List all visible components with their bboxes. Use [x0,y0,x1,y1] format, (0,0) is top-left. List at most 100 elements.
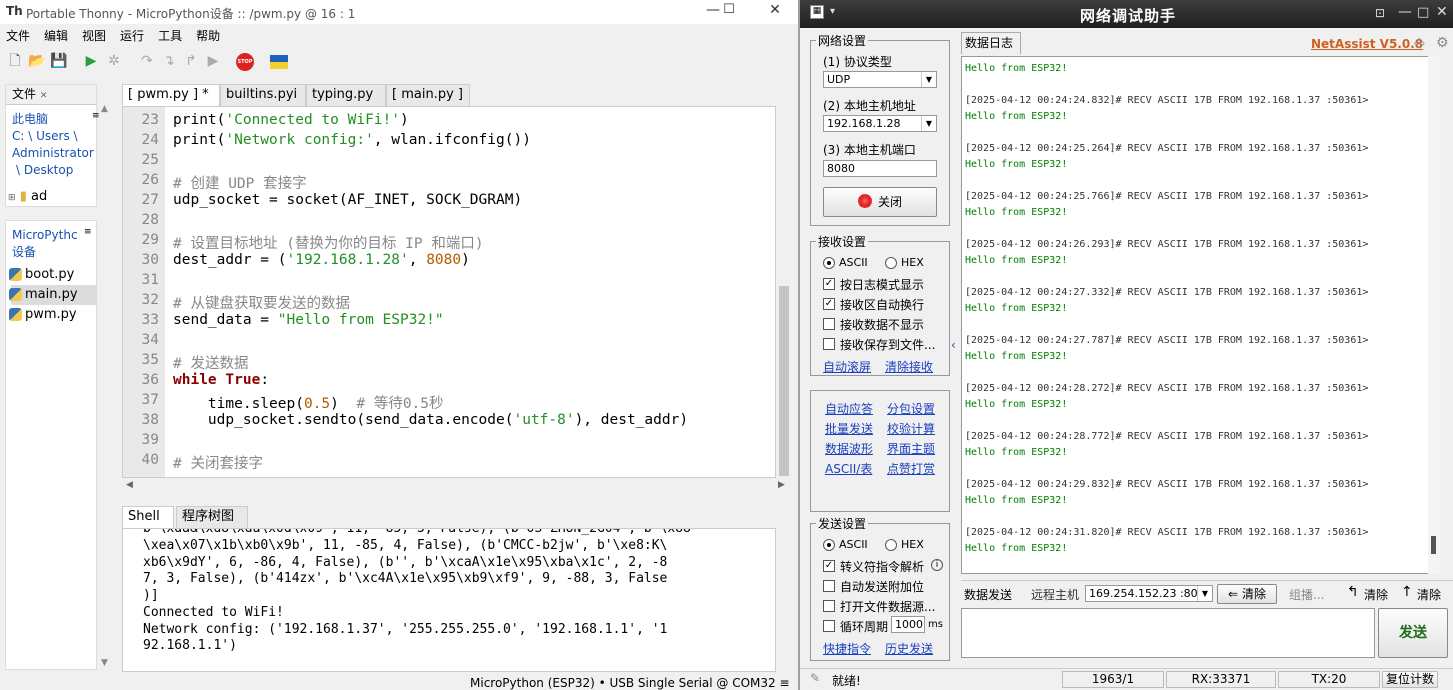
upload-icon[interactable]: ↑ [1401,584,1413,600]
log-mode-checkbox[interactable]: ✓ [823,278,835,290]
menu-help[interactable]: 帮助 [196,27,220,44]
code-line[interactable]: dest_addr = ('192.168.1.28', 8080) [173,252,470,268]
send-text-area[interactable] [961,608,1375,658]
minimize-icon[interactable]: — [1398,4,1412,20]
auto-append-checkbox[interactable] [823,580,835,592]
close-icon[interactable]: ✕ [1436,4,1448,20]
tab-main[interactable]: [ main.py ] ✕ [386,84,470,121]
receive-log[interactable]: Hello from ESP32! [2025-04-12 00:24:24.83… [961,56,1439,574]
tab-builtins[interactable]: builtins.pyi ✕ [220,84,306,121]
menu-run[interactable]: 运行 [120,27,144,44]
donate-link[interactable]: 点赞打赏 [887,460,935,477]
send-hex-radio[interactable] [885,539,897,551]
brand-link[interactable]: NetAssist V5.0.8 [1311,37,1423,51]
close-icon[interactable]: ✕ [760,2,790,22]
clear-receive-link[interactable]: 清除接收 [885,358,933,375]
packet-settings-link[interactable]: 分包设置 [887,400,935,417]
editor-vertical-scrollbar[interactable] [776,106,792,478]
backend-status[interactable]: MicroPython (ESP32) • USB Single Serial … [470,676,790,690]
code-line[interactable]: udp_socket.sendto(send_data.encode('utf-… [173,412,688,428]
file-item-boot[interactable]: boot.py [9,265,97,285]
code-line[interactable]: while True: [173,372,269,388]
send-button[interactable]: 发送 [1378,608,1448,658]
file-item-pwm[interactable]: pwm.py [9,305,97,325]
remote-host-select[interactable]: 169.254.152.23 :80 ▼ [1085,585,1213,602]
menu-file[interactable]: 文件 [6,27,30,44]
expand-icon[interactable]: ⊞ [8,193,16,203]
resume-icon[interactable]: ▶ [204,52,222,70]
stop-icon[interactable]: STOP [236,53,254,71]
code-line[interactable]: # 从键盘获取要发送的数据 [173,292,350,313]
folder-item[interactable]: ⊞ ▮ ad [7,187,97,207]
file-source-checkbox[interactable] [823,600,835,612]
scroll-right-icon[interactable]: ▶ [778,480,785,490]
protocol-select[interactable]: UDP ▼ [823,71,937,88]
menu-view[interactable]: 视图 [82,27,106,44]
code-line[interactable]: # 发送数据 [173,352,248,373]
sidebar-scrollbar[interactable]: ▲ ▼ [99,104,113,674]
auto-wrap-checkbox[interactable]: ✓ [823,298,835,310]
undo-icon[interactable]: ↰ [1347,584,1359,600]
period-input[interactable]: 1000 [891,616,925,633]
shell-console[interactable]: b'\xda&\xd8\xda\x0d\x09', 11, -85, 3, Fa… [122,528,776,672]
code-line[interactable]: udp_socket = socket(AF_INET, SOCK_DGRAM) [173,192,522,208]
recv-hex-radio[interactable] [885,257,897,269]
batch-send-link[interactable]: 批量发送 [825,420,873,437]
clear-remote-button[interactable]: ⇐ 清除 [1217,584,1277,604]
code-editor[interactable]: 23 24 25 26 27 28 29 30 31 32 33 34 35 36 37 38 39 40 pri… [122,106,776,478]
auto-reply-link[interactable]: 自动应答 [825,400,873,417]
chevron-down-icon[interactable]: ▼ [1197,586,1212,601]
scroll-up-icon[interactable]: ▲ [101,104,108,114]
host-select[interactable]: 192.168.1.28 ▼ [823,115,937,132]
run-icon[interactable]: ▶ [82,52,100,70]
tab-pwm[interactable]: [ pwm.py ] * ✕ [122,84,220,121]
scroll-down-icon[interactable]: ▼ [101,658,108,668]
scroll-left-icon[interactable]: ◀ [126,480,133,490]
maximize-icon[interactable]: ☐ [714,2,744,22]
recv-ascii-radio[interactable] [823,257,835,269]
files-location[interactable]: 此电脑 C: \ Users \ Administrator \ Desktop [6,105,96,179]
location-part[interactable]: 此电脑 [12,111,96,128]
chevron-down-icon[interactable]: ▼ [921,72,936,87]
close-icon[interactable]: ✕ [40,91,48,101]
code-line[interactable]: time.sleep(0.5) # 等待0.5秒 [173,392,444,413]
collapse-arrow-icon[interactable]: ‹ [951,338,956,352]
log-scrollbar[interactable] [1428,56,1440,574]
step-out-icon[interactable]: ↱ [182,52,200,70]
save-icon[interactable]: 💾 [50,52,68,70]
close-connection-button[interactable]: 关闭 [823,187,937,217]
code-line[interactable]: # 创建 UDP 套接字 [173,172,307,193]
step-into-icon[interactable]: ↴ [160,52,178,70]
reset-count-button[interactable]: 复位计数 [1382,671,1438,688]
theme-link[interactable]: 界面主题 [887,440,935,457]
code-line[interactable]: # 关闭套接字 [173,452,263,473]
app-icon[interactable]: ▦ [810,5,824,19]
file-item-main[interactable]: main.py [9,285,97,305]
code-line[interactable]: send_data = "Hello from ESP32!" [173,312,444,328]
open-folder-icon[interactable]: 📂 [28,52,46,70]
tab-typing[interactable]: typing.py ✕ [306,84,386,121]
clear-all-button[interactable]: 清除 [1417,586,1441,603]
code-line[interactable]: # 设置目标地址 (替换为你的目标 IP 和端口) [173,232,484,253]
location-part[interactable]: Administrator [12,145,96,162]
chevron-down-icon[interactable]: ▾ [830,6,835,17]
files-tab[interactable]: 文件 ✕ [6,85,96,105]
multicast-label[interactable]: 组播... [1289,586,1324,603]
diamond-icon[interactable]: ◇ [1414,35,1425,51]
pin-icon[interactable]: ⊡ [1375,6,1385,20]
auto-scroll-link[interactable]: 自动滚屏 [823,358,871,375]
escape-parse-checkbox[interactable]: ✓ [823,560,835,572]
waveform-link[interactable]: 数据波形 [825,440,873,457]
new-file-icon[interactable]: 🗋 [6,52,24,70]
code-line[interactable]: print('Connected to WiFi!') [173,112,409,128]
chevron-down-icon[interactable]: ▼ [921,116,936,131]
menu-edit[interactable]: 编辑 [44,27,68,44]
history-link[interactable]: 历史发送 [885,640,933,657]
maximize-icon[interactable]: □ [1417,5,1429,20]
code-line[interactable]: print('Network config:', wlan.ifconfig()… [173,132,531,148]
ascii-table-link[interactable]: ASCII/表 [825,460,872,477]
editor-horizontal-scrollbar[interactable]: ◀ ▶ [122,478,792,494]
checksum-link[interactable]: 校验计算 [887,420,935,437]
location-part[interactable]: \ Desktop [12,162,96,179]
menu-tools[interactable]: 工具 [158,27,182,44]
